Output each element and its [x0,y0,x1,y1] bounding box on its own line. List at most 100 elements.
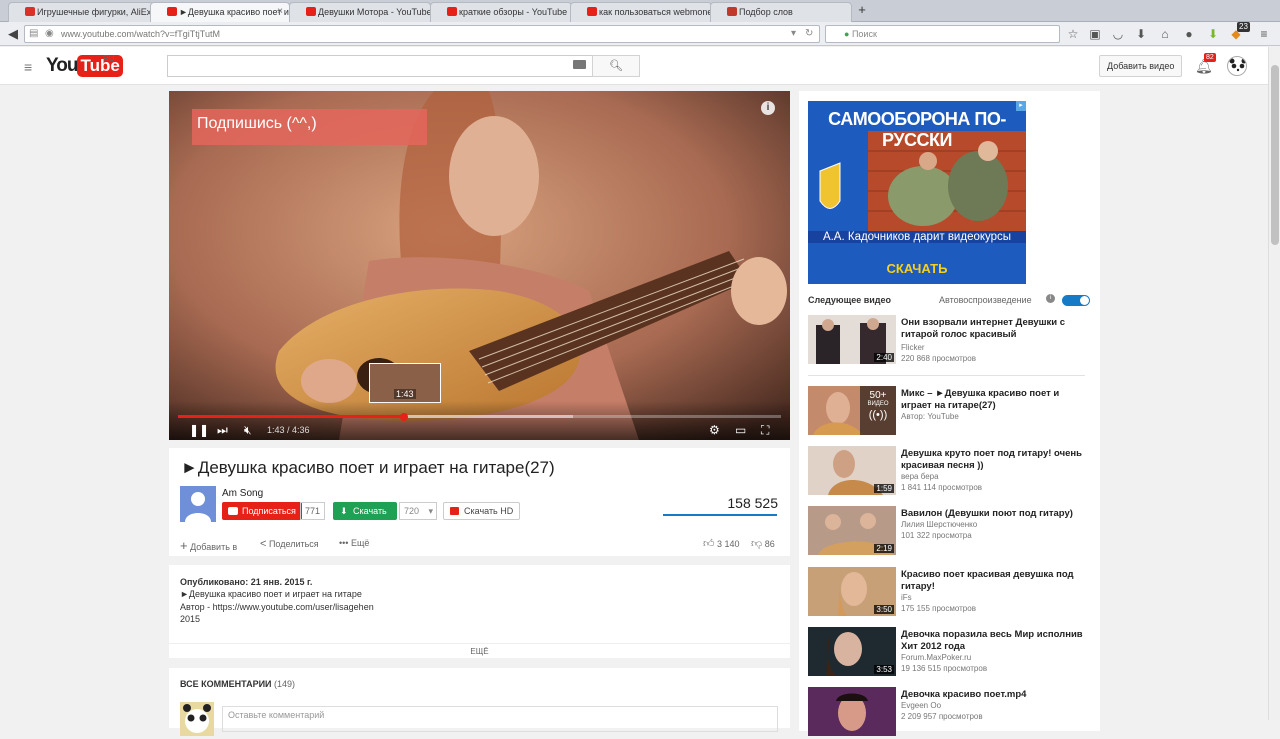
browser-tab-motor-girls[interactable]: Девушки Мотора - YouTube [289,2,431,22]
video-views: 175 155 просмотров [901,604,976,613]
pocket-icon[interactable]: ◡ [1110,26,1126,42]
search-input[interactable] [167,55,593,77]
video-duration: 2:40 [874,353,894,362]
related-video-item[interactable]: 3:53 Девочка поразила весь Мир исполнив … [808,627,1093,679]
keyboard-icon[interactable] [573,60,586,69]
plus-icon: + [180,538,188,553]
youtube-logo[interactable]: You Tube RU [46,54,123,77]
video-thumbnail[interactable]: 3:50 [808,567,896,616]
related-video-item[interactable]: 2:40 Они взорвали интернет Девушки с гит… [808,315,1093,367]
theater-mode-icon[interactable]: ▭ [735,423,746,437]
video-views: 101 322 просмотра [901,531,972,540]
next-icon[interactable]: ⏭︎ [217,423,228,437]
search-button[interactable]: 🔍︎ [592,55,640,77]
guide-menu-icon[interactable]: ≡ [24,59,32,75]
video-thumbnail[interactable] [808,687,896,736]
ad-choices-icon[interactable]: ▸ [1016,101,1026,111]
fullscreen-icon[interactable]: ⛶ [761,423,769,437]
video-author: вера бера [901,472,939,481]
more-label: Ещё [350,538,370,548]
video-duration: 1:59 [874,484,894,493]
video-thumbnail[interactable]: 3:53 [808,627,896,676]
video-title[interactable]: Девочка поразила весь Мир исполнив Хит 2… [901,629,1091,652]
related-video-item[interactable]: 1:59 Девушка круто поет под гитару! очен… [808,446,1093,498]
browser-tab-webmoney[interactable]: как пользоваться webmone... [570,2,712,22]
quality-select[interactable]: 720 ▾ [399,502,437,520]
video-thumbnail[interactable]: 2:19 [808,506,896,555]
scrubber-handle[interactable] [400,413,409,421]
related-mix-item[interactable]: 50+ ВИДЕО ((•)) Микс – ►Девушка красиво … [808,386,1093,438]
chat-icon[interactable]: ● [1181,26,1197,42]
video-title[interactable]: Девочка красиво поет.mp4 [901,689,1091,701]
channel-avatar[interactable] [180,486,216,522]
video-title[interactable]: Микс – ►Девушка красиво поет и играет на… [901,388,1091,411]
new-tab-button[interactable]: + [852,2,872,20]
download-hd-button[interactable]: Скачать HD [443,502,521,520]
download-button[interactable]: ⬇ Скачать [333,502,397,520]
video-thumbnail[interactable]: 50+ ВИДЕО ((•)) [808,386,896,435]
show-more-button[interactable]: ЕЩЁ [169,643,790,659]
video-title[interactable]: Они взорвали интернет Девушки с гитарой … [901,317,1091,340]
video-views: 1 841 114 просмотров [901,483,983,492]
ad-cta[interactable]: СКАЧАТЬ [808,261,1026,276]
annotation-subscribe[interactable]: Подпишись (^^,) [192,109,427,145]
thumbnail-image [808,687,896,736]
info-icon[interactable]: i [761,101,775,115]
thumbs-up-icon: 👍︎ [703,538,715,550]
youtube-icon [447,7,457,16]
video-author: Автор: YouTube [901,412,959,421]
description-line: ►Девушка красиво поет и играет на гитаре [180,589,362,599]
video-thumbnail[interactable]: 2:40 [808,315,896,364]
close-icon[interactable]: × [277,3,283,21]
share-button[interactable]: < Поделиться [260,538,319,550]
related-video-item[interactable]: 2:19 Вавилон (Девушки поют под гитару) Л… [808,506,1093,558]
related-video-item[interactable]: 3:50 Красиво поет красивая девушка под г… [808,567,1093,619]
ad-banner[interactable]: САМООБОРОНА ПО-РУССКИ А.А. Кадочников да… [808,101,1026,284]
menu-icon[interactable]: ≡ [1256,26,1272,42]
scrollbar-thumb[interactable] [1271,65,1279,245]
tab-label: как пользоваться webmone... [599,7,712,17]
video-title[interactable]: Девушка круто поет под гитару! очень кра… [901,448,1091,471]
video-player[interactable]: Подпишись (^^,) i 1:43 ❚❚ ⏭︎ 🔇︎ 1:43 / 4… [169,91,790,440]
add-to-button[interactable]: + Добавить в [180,538,237,553]
like-ratio-bar [663,514,777,516]
clipboard-icon[interactable]: ▣ [1087,26,1103,42]
reload-icon[interactable]: ↻ [805,26,813,42]
video-title[interactable]: Красиво поет красивая девушка под гитару… [901,569,1091,592]
autoplay-info-icon[interactable]: i [1046,294,1055,303]
progress-bar[interactable] [178,415,781,418]
comment-input[interactable]: Оставьте комментарий [222,706,778,732]
tab-label: Подбор слов [739,7,793,17]
page-scrollbar[interactable] [1268,47,1280,720]
video-title[interactable]: Вавилон (Девушки поют под гитару) [901,508,1091,520]
upload-button[interactable]: Добавить видео [1099,55,1183,77]
more-dots-icon: ••• [339,538,349,548]
bookmark-star-icon[interactable]: ☆ [1065,26,1081,42]
extension-download-icon[interactable]: ⬇ [1205,26,1221,42]
settings-gear-icon[interactable]: ⚙ [709,423,720,437]
account-avatar[interactable] [1227,56,1247,76]
browser-tab-current-video[interactable]: ►Девушка красиво поет и ... × [150,2,290,22]
autoplay-toggle[interactable] [1062,295,1090,306]
video-views: 220 868 просмотров [901,354,976,363]
browser-search-input[interactable]: ● Поиск [825,25,1060,43]
subscribe-label: Подписаться [242,506,296,516]
dislike-button[interactable]: 👎︎ 86 [751,537,775,550]
more-actions-button[interactable]: ••• Ещё [339,538,369,548]
pause-icon[interactable]: ❚❚ [189,423,209,437]
download-icon[interactable]: ⬇ [1133,26,1149,42]
home-icon[interactable]: ⌂ [1157,26,1173,42]
video-thumbnail[interactable]: 1:59 [808,446,896,495]
browser-tab-word-search[interactable]: Подбор слов [710,2,852,22]
related-video-item[interactable]: Девочка красиво поет.mp4 Evgeen Oo 2 209… [808,687,1093,739]
chevron-down-icon: ▾ [428,506,433,516]
browser-tab-aliexpress[interactable]: Игрушечные фигурки, AliEx... [8,2,154,22]
subscribe-button[interactable]: Подписаться [222,502,302,520]
mute-icon[interactable]: 🔇︎ [244,423,252,437]
channel-name[interactable]: Am Song [222,488,263,499]
like-button[interactable]: 👍︎ 3 140 [703,537,740,550]
back-icon[interactable]: ◀ [4,25,22,43]
browser-tab-short-reviews[interactable]: краткие обзоры - YouTube [430,2,572,22]
address-bar[interactable]: ▤ ◉ www.youtube.com/watch?v=fTgiTtjTutM … [24,25,820,43]
dropdown-icon[interactable]: ▾ [791,26,796,42]
